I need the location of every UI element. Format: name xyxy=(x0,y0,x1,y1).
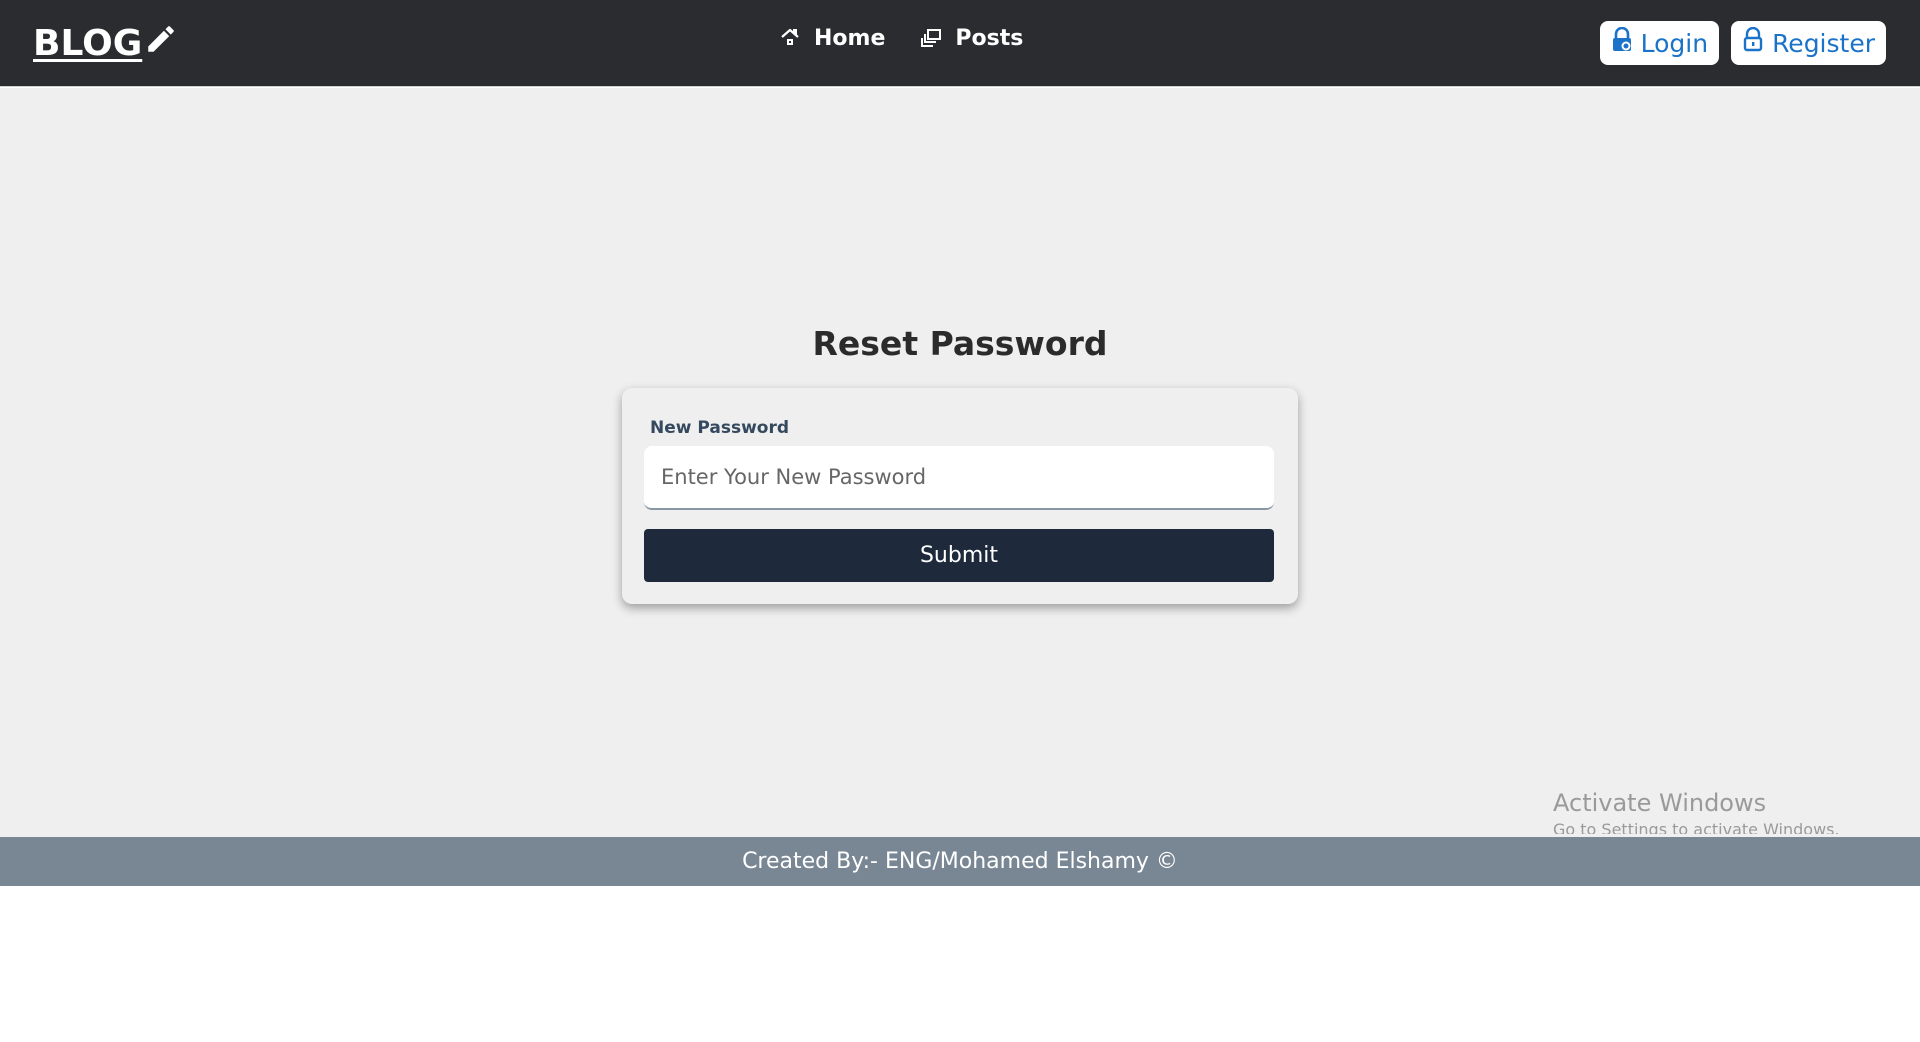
main-content: Reset Password New Password Submit Activ… xyxy=(0,88,1920,837)
new-password-label: New Password xyxy=(650,418,790,438)
page-blank-area xyxy=(0,886,1920,1042)
register-label: Register xyxy=(1772,28,1875,58)
navbar: BLOG Home Posts Login Register xyxy=(0,0,1920,87)
nav-home[interactable]: Home xyxy=(778,26,885,51)
new-password-input[interactable] xyxy=(644,446,1274,510)
nav-posts-label: Posts xyxy=(955,26,1024,51)
submit-button[interactable]: Submit xyxy=(644,529,1274,582)
logo-text[interactable]: BLOG xyxy=(33,20,142,68)
footer-credit: Created By:- ENG/Mohamed Elshamy © xyxy=(742,849,1178,874)
lock-icon xyxy=(1742,26,1764,59)
watermark-subtitle: Go to Settings to activate Windows. xyxy=(1553,820,1840,834)
login-label: Login xyxy=(1640,28,1709,58)
nav-posts[interactable]: Posts xyxy=(919,26,1023,51)
pencil-icon xyxy=(142,20,178,60)
windows-activation-watermark: Activate Windows Go to Settings to activ… xyxy=(1553,788,1840,834)
nav-home-label: Home xyxy=(814,26,886,51)
reset-password-form: New Password Submit xyxy=(622,388,1298,604)
footer: Created By:- ENG/Mohamed Elshamy © xyxy=(0,837,1920,886)
home-icon xyxy=(778,27,802,51)
page-title: Reset Password xyxy=(812,324,1108,363)
login-button[interactable]: Login xyxy=(1599,21,1720,65)
lock-icon xyxy=(1611,26,1633,59)
main-nav: Home Posts xyxy=(778,26,1023,51)
posts-icon xyxy=(919,27,943,51)
register-button[interactable]: Register xyxy=(1731,21,1886,65)
logo[interactable]: BLOG xyxy=(33,20,178,68)
auth-buttons: Login Register xyxy=(1599,21,1886,65)
watermark-title: Activate Windows xyxy=(1553,789,1767,817)
